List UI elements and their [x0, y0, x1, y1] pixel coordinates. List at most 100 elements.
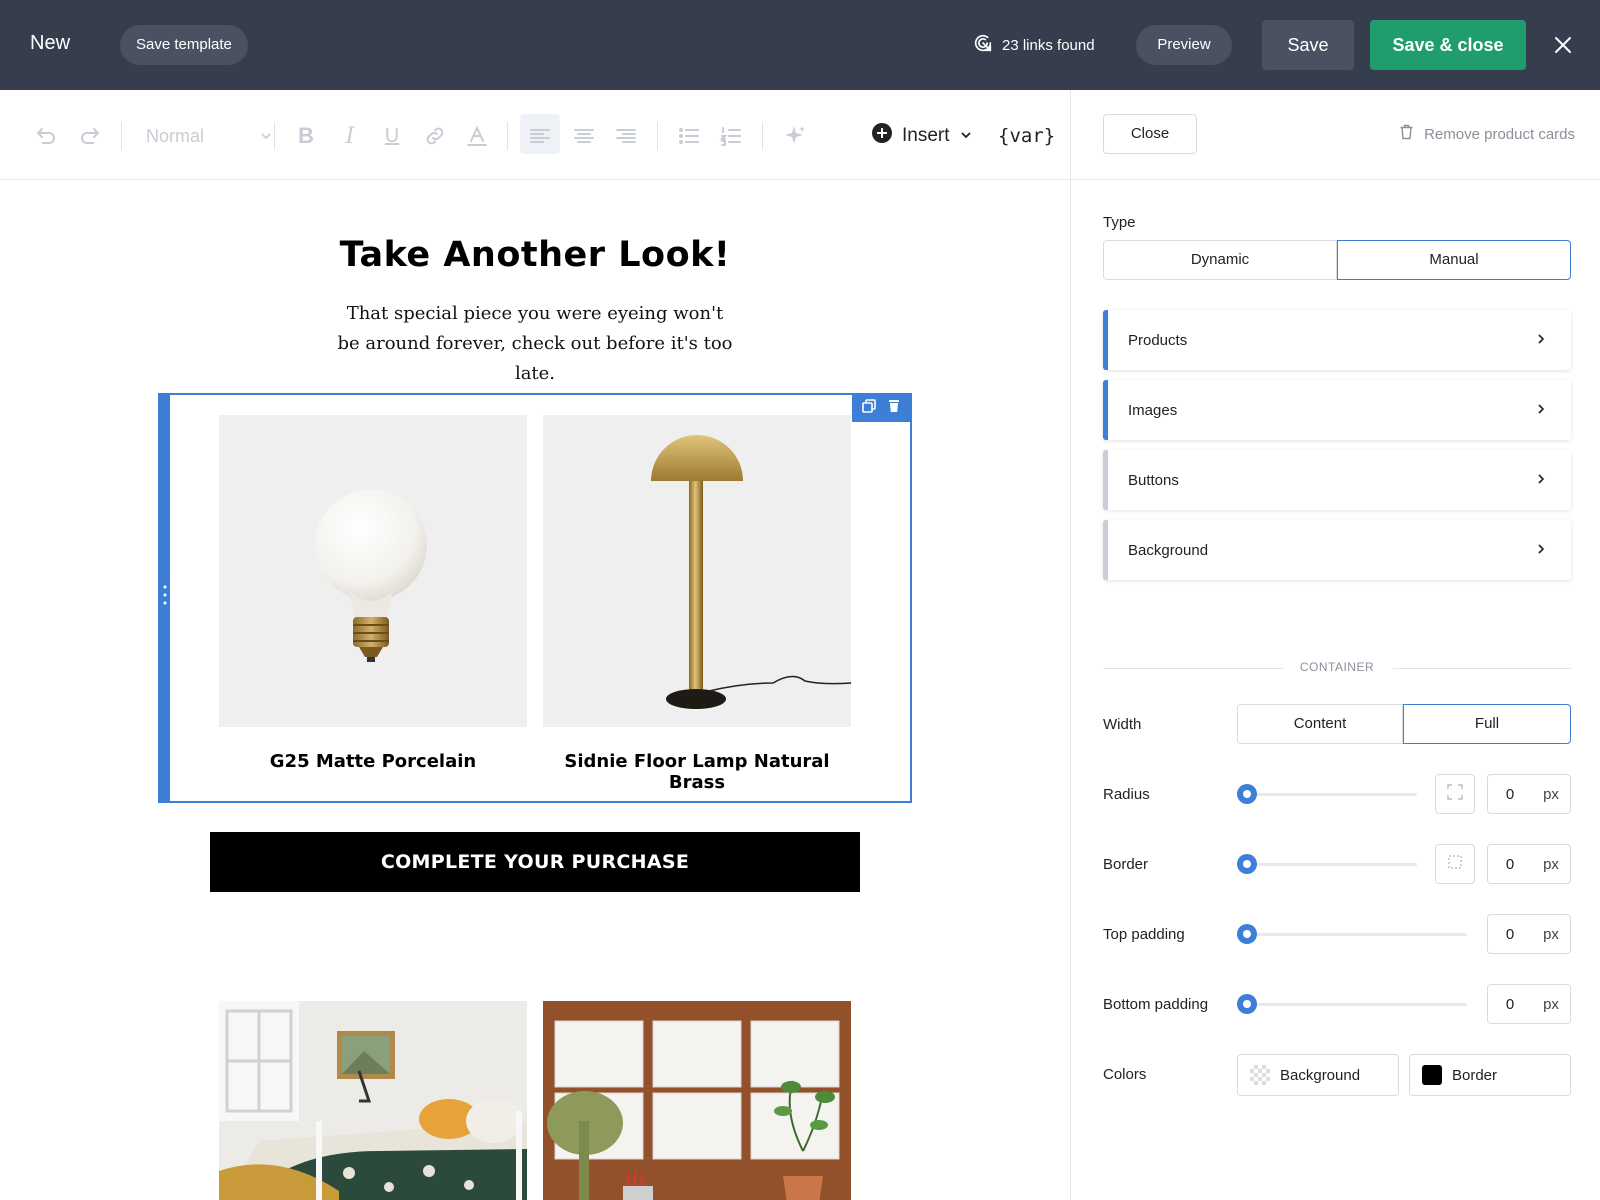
border-unit: px [1543, 855, 1559, 873]
background-color-button[interactable]: Background [1237, 1054, 1399, 1096]
top-padding-unit: px [1543, 925, 1559, 943]
border-sides-button[interactable] [1435, 844, 1475, 884]
product-name[interactable]: G25 Matte Porcelain [219, 751, 527, 772]
plus-circle-icon [872, 123, 892, 149]
section-buttons[interactable]: Buttons [1103, 450, 1571, 510]
link-icon[interactable] [422, 122, 448, 150]
underline-icon[interactable]: U [380, 122, 404, 150]
text-color-icon[interactable] [464, 122, 490, 150]
italic-icon[interactable]: I [338, 122, 362, 150]
trash-icon[interactable] [886, 398, 902, 419]
product-name[interactable]: Sidnie Floor Lamp Natural Brass [543, 751, 851, 793]
type-option-manual[interactable]: Manual [1337, 240, 1571, 280]
top-padding-input[interactable]: 0 px [1487, 914, 1571, 954]
drag-handle-icon[interactable] [163, 584, 167, 606]
section-products-label: Products [1128, 331, 1188, 349]
block-tools [852, 394, 910, 422]
complete-purchase-button[interactable]: COMPLETE YOUR PURCHASE [210, 832, 860, 892]
border-color-button[interactable]: Border [1409, 1054, 1571, 1096]
corners-icon [1446, 783, 1464, 806]
radius-slider[interactable] [1237, 784, 1417, 804]
save-and-close-button[interactable]: Save & close [1370, 20, 1526, 70]
section-background[interactable]: Background [1103, 520, 1571, 580]
transparent-swatch [1250, 1065, 1270, 1085]
bottom-padding-input[interactable]: 0 px [1487, 984, 1571, 1024]
chevron-down-icon [960, 125, 972, 147]
border-input[interactable]: 0 px [1487, 844, 1571, 884]
section-background-label: Background [1128, 541, 1209, 559]
width-option-content[interactable]: Content [1237, 704, 1403, 744]
type-label: Type [1103, 214, 1136, 231]
chevron-right-icon [1535, 402, 1547, 419]
type-option-dynamic[interactable]: Dynamic [1103, 240, 1337, 280]
preview-button[interactable]: Preview [1136, 25, 1232, 65]
bulleted-list-icon[interactable] [676, 122, 702, 150]
close-panel-button[interactable]: Close [1103, 114, 1197, 154]
remove-product-cards-button[interactable]: Remove product cards [1399, 123, 1575, 145]
radius-slider-handle[interactable] [1237, 784, 1257, 804]
bedroom-image [219, 1001, 527, 1200]
radius-label: Radius [1103, 786, 1150, 803]
links-found-button[interactable]: 23 links found [972, 33, 1095, 57]
bottom-padding-slider[interactable] [1237, 994, 1467, 1014]
radius-unit: px [1543, 785, 1559, 803]
radius-corners-button[interactable] [1435, 774, 1475, 814]
undo-icon[interactable] [32, 122, 60, 150]
panel-header: Close Remove product cards [1071, 90, 1600, 180]
email-heading[interactable]: Take Another Look! [0, 235, 1070, 275]
toolbar-divider [274, 122, 275, 150]
insert-dropdown[interactable]: Insert [872, 120, 972, 152]
numbered-list-icon[interactable] [718, 122, 744, 150]
paragraph-style-value: Normal [146, 125, 205, 146]
close-editor-icon[interactable] [1550, 32, 1576, 58]
border-slider-handle[interactable] [1237, 854, 1257, 874]
width-label: Width [1103, 716, 1142, 733]
section-products[interactable]: Products [1103, 310, 1571, 370]
bottom-padding-slider-handle[interactable] [1237, 994, 1257, 1014]
type-toggle: Dynamic Manual [1103, 240, 1571, 280]
chevron-right-icon [1535, 332, 1547, 349]
border-sides-icon [1446, 853, 1464, 876]
section-images-label: Images [1128, 401, 1178, 419]
align-left-icon[interactable] [528, 122, 552, 150]
toolbar-divider [121, 122, 122, 150]
top-padding-slider[interactable] [1237, 924, 1467, 944]
radius-value: 0 [1505, 785, 1515, 803]
align-right-icon[interactable] [614, 122, 638, 150]
save-template-button[interactable]: Save template [120, 25, 248, 65]
align-center-icon[interactable] [572, 122, 596, 150]
border-slider[interactable] [1237, 854, 1417, 874]
toolbar-divider [657, 122, 658, 150]
duplicate-icon[interactable] [861, 398, 877, 419]
redo-icon[interactable] [76, 122, 104, 150]
container-heading: CONTAINER [1299, 660, 1375, 674]
width-toggle: Content Full [1237, 704, 1571, 744]
top-padding-slider-handle[interactable] [1237, 924, 1257, 944]
toolbar-divider [762, 122, 763, 150]
product-image-bulb [219, 415, 527, 727]
radius-input[interactable]: 0 px [1487, 774, 1571, 814]
paragraph-style-select[interactable]: Normal [146, 122, 272, 150]
bottom-padding-label: Bottom padding [1103, 996, 1209, 1013]
toolbar-divider [507, 122, 508, 150]
chevron-down-icon [260, 126, 272, 147]
top-padding-label: Top padding [1103, 926, 1185, 943]
bottom-padding-value: 0 [1505, 995, 1515, 1013]
save-button[interactable]: Save [1262, 20, 1354, 70]
bottom-padding-unit: px [1543, 995, 1559, 1013]
chevron-right-icon [1535, 472, 1547, 489]
email-subtitle[interactable]: That special piece you were eyeing won't… [335, 299, 735, 389]
section-buttons-label: Buttons [1128, 471, 1179, 489]
section-images[interactable]: Images [1103, 380, 1571, 440]
document-title: New [30, 32, 71, 54]
width-option-full[interactable]: Full [1403, 704, 1571, 744]
bold-icon[interactable]: B [294, 122, 318, 150]
insert-variable-button[interactable]: {var} [998, 120, 1055, 152]
office-image [543, 1001, 851, 1200]
colors-label: Colors [1103, 1066, 1147, 1083]
border-color-label: Border [1452, 1066, 1498, 1084]
editor-toolbar: Normal B I U Insert {var} [0, 90, 1070, 180]
links-found-label: 23 links found [1002, 36, 1095, 54]
ai-sparkle-icon[interactable] [782, 122, 808, 150]
trash-icon [1399, 124, 1414, 144]
